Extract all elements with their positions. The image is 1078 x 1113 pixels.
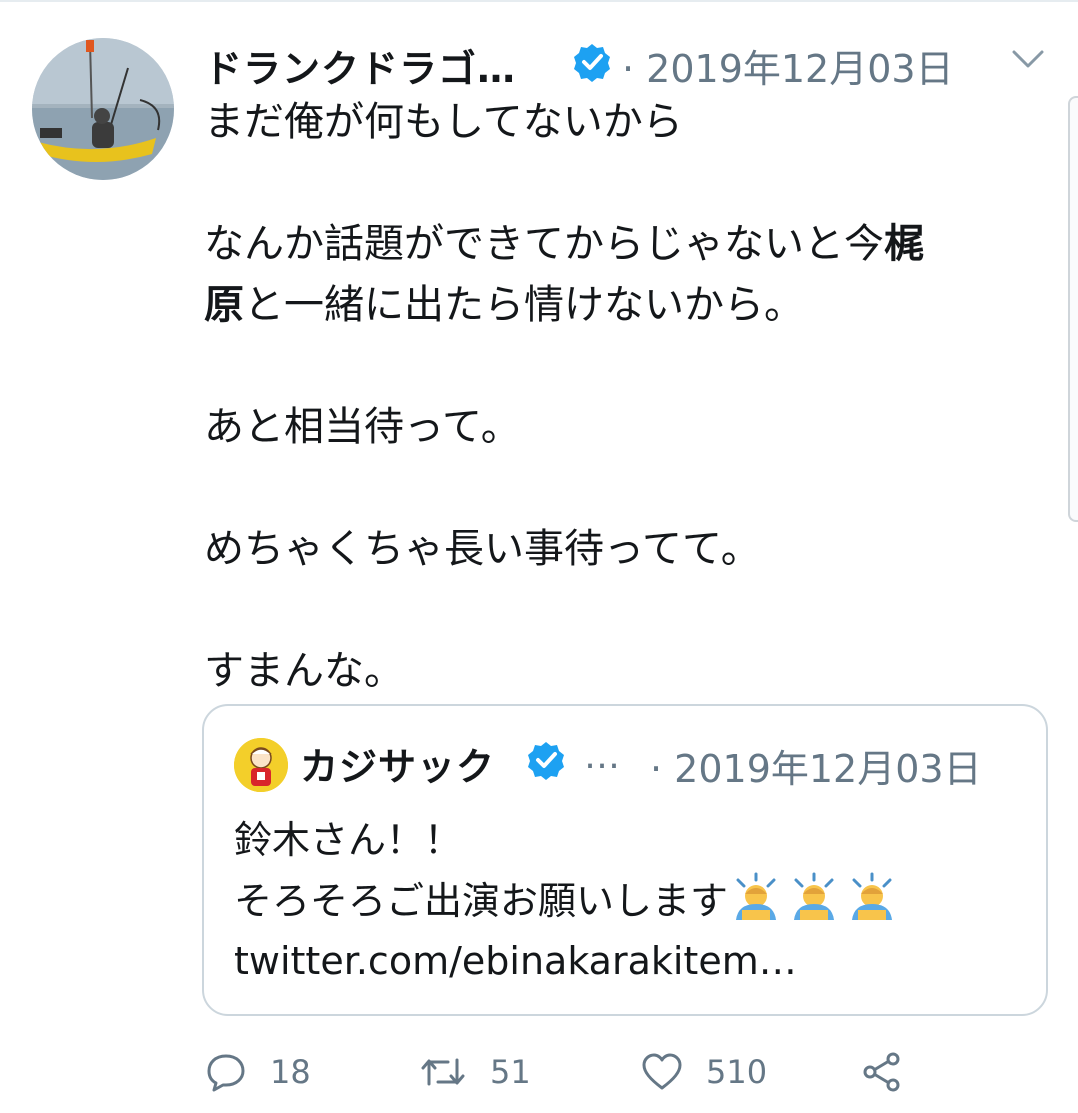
tweet-timestamp[interactable]: · 2019年12月03日 (622, 38, 954, 93)
share-icon (863, 1052, 900, 1092)
scrollbar-thumb[interactable] (1068, 96, 1078, 522)
retweet-count: 51 (490, 1053, 531, 1091)
tweet-line-bold: 原 (204, 282, 244, 328)
tweet-line: なんか話題ができてからじゃないと今 (204, 221, 884, 267)
handle-ellipsis: … (584, 736, 620, 777)
person-bowing-emoji (852, 872, 893, 920)
person-bowing-emoji (794, 872, 835, 920)
quoted-tweet-card[interactable]: カジサック … · 2019年12月03日 鈴木さん！！ そろそろご出演お願いし… (202, 704, 1048, 1016)
quoted-link[interactable]: twitter.com/ebinakarakitem… (234, 939, 797, 983)
author-avatar[interactable] (32, 38, 174, 180)
retweet-icon (421, 1058, 465, 1086)
tweet-line: あと相当待って。 (204, 404, 521, 450)
top-divider (0, 0, 1078, 2)
avatar-illustration (234, 738, 288, 792)
tweet-line-bold: 梶 (884, 221, 924, 267)
quoted-line: そろそろご出演お願いします (234, 879, 729, 923)
reply-count: 18 (270, 1053, 311, 1091)
quoted-line: 鈴木さん！！ (234, 818, 463, 862)
reply-icon (207, 1054, 245, 1092)
quoted-author-avatar (234, 738, 288, 792)
tweet-actions: 18 51 510 (204, 1044, 924, 1100)
quoted-text: 鈴木さん！！ そろそろご出演お願いします twitter.com/ebinaka… (234, 810, 1024, 991)
person-bowing-emoji (736, 872, 777, 920)
quoted-author-name[interactable]: カジサック (300, 736, 495, 791)
like-count: 510 (706, 1053, 768, 1091)
retweet-button[interactable]: 51 (418, 1044, 531, 1100)
author-name[interactable]: ドランクドラゴ… (204, 38, 516, 93)
reply-button[interactable]: 18 (204, 1044, 311, 1100)
tweet-text: まだ俺が何もしてないから なんか話題ができてからじゃないと今梶 原と一緒に出たら… (204, 92, 1024, 702)
tweet-line: まだ俺が何もしてないから (204, 99, 683, 145)
quoted-timestamp: · 2019年12月03日 (650, 747, 982, 791)
chevron-down-icon[interactable] (1010, 44, 1046, 72)
avatar-photo (32, 38, 174, 180)
tweet-line: と一緒に出たら情けないから。 (244, 282, 804, 328)
heart-icon (642, 1053, 682, 1090)
like-button[interactable]: 510 (640, 1044, 767, 1100)
tweet-line: すまんな。 (204, 648, 404, 694)
verified-badge-icon (528, 742, 564, 780)
tweet-line: めちゃくちゃ長い事待ってて。 (204, 526, 761, 572)
tweet-header: ドランクドラゴ… · 2019年12月03日 (204, 32, 1054, 91)
emoji-group (730, 870, 898, 922)
verified-badge-icon (574, 44, 610, 82)
share-button[interactable] (860, 1044, 904, 1100)
